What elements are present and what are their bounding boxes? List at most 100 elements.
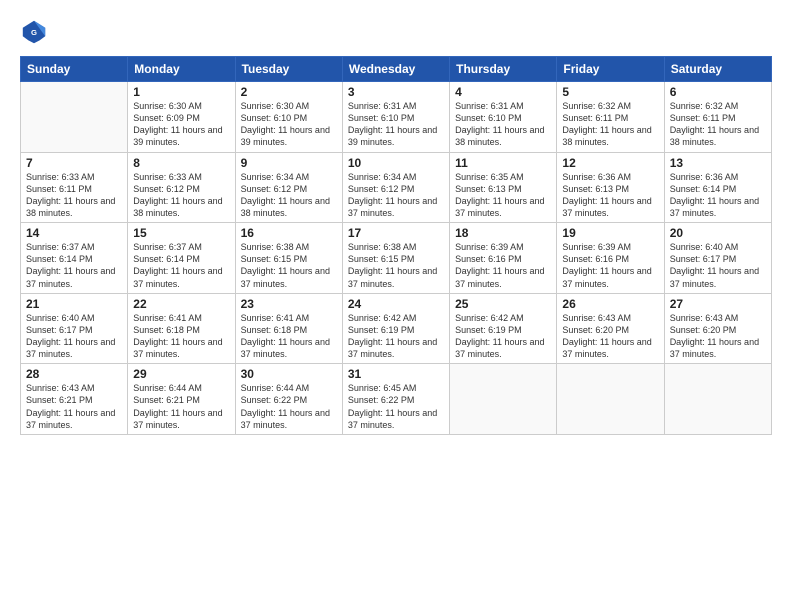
- calendar-day-cell: 31Sunrise: 6:45 AMSunset: 6:22 PMDayligh…: [342, 364, 449, 435]
- calendar-day-header: Monday: [128, 57, 235, 82]
- calendar-day-header: Wednesday: [342, 57, 449, 82]
- day-info: Sunrise: 6:38 AMSunset: 6:15 PMDaylight:…: [241, 241, 337, 290]
- calendar-day-cell: 19Sunrise: 6:39 AMSunset: 6:16 PMDayligh…: [557, 223, 664, 294]
- day-info: Sunrise: 6:42 AMSunset: 6:19 PMDaylight:…: [348, 312, 444, 361]
- calendar-day-cell: 7Sunrise: 6:33 AMSunset: 6:11 PMDaylight…: [21, 152, 128, 223]
- day-number: 11: [455, 156, 551, 170]
- day-number: 25: [455, 297, 551, 311]
- calendar-day-cell: 12Sunrise: 6:36 AMSunset: 6:13 PMDayligh…: [557, 152, 664, 223]
- day-info: Sunrise: 6:39 AMSunset: 6:16 PMDaylight:…: [562, 241, 658, 290]
- calendar-day-cell: 22Sunrise: 6:41 AMSunset: 6:18 PMDayligh…: [128, 293, 235, 364]
- day-number: 3: [348, 85, 444, 99]
- day-number: 9: [241, 156, 337, 170]
- day-info: Sunrise: 6:34 AMSunset: 6:12 PMDaylight:…: [348, 171, 444, 220]
- day-info: Sunrise: 6:42 AMSunset: 6:19 PMDaylight:…: [455, 312, 551, 361]
- calendar-day-cell: 1Sunrise: 6:30 AMSunset: 6:09 PMDaylight…: [128, 82, 235, 153]
- day-info: Sunrise: 6:32 AMSunset: 6:11 PMDaylight:…: [562, 100, 658, 149]
- day-number: 22: [133, 297, 229, 311]
- calendar-day-cell: 24Sunrise: 6:42 AMSunset: 6:19 PMDayligh…: [342, 293, 449, 364]
- day-info: Sunrise: 6:43 AMSunset: 6:20 PMDaylight:…: [670, 312, 766, 361]
- day-number: 4: [455, 85, 551, 99]
- calendar-day-cell: 6Sunrise: 6:32 AMSunset: 6:11 PMDaylight…: [664, 82, 771, 153]
- day-info: Sunrise: 6:40 AMSunset: 6:17 PMDaylight:…: [26, 312, 122, 361]
- day-number: 10: [348, 156, 444, 170]
- day-number: 7: [26, 156, 122, 170]
- day-info: Sunrise: 6:37 AMSunset: 6:14 PMDaylight:…: [133, 241, 229, 290]
- calendar-day-cell: 27Sunrise: 6:43 AMSunset: 6:20 PMDayligh…: [664, 293, 771, 364]
- day-info: Sunrise: 6:30 AMSunset: 6:10 PMDaylight:…: [241, 100, 337, 149]
- day-number: 12: [562, 156, 658, 170]
- calendar-day-header: Thursday: [450, 57, 557, 82]
- day-info: Sunrise: 6:45 AMSunset: 6:22 PMDaylight:…: [348, 382, 444, 431]
- calendar-day-cell: 13Sunrise: 6:36 AMSunset: 6:14 PMDayligh…: [664, 152, 771, 223]
- day-info: Sunrise: 6:37 AMSunset: 6:14 PMDaylight:…: [26, 241, 122, 290]
- day-number: 21: [26, 297, 122, 311]
- calendar-day-cell: 30Sunrise: 6:44 AMSunset: 6:22 PMDayligh…: [235, 364, 342, 435]
- day-info: Sunrise: 6:43 AMSunset: 6:21 PMDaylight:…: [26, 382, 122, 431]
- day-number: 20: [670, 226, 766, 240]
- header: G: [20, 18, 772, 46]
- day-info: Sunrise: 6:44 AMSunset: 6:21 PMDaylight:…: [133, 382, 229, 431]
- day-info: Sunrise: 6:35 AMSunset: 6:13 PMDaylight:…: [455, 171, 551, 220]
- day-info: Sunrise: 6:33 AMSunset: 6:11 PMDaylight:…: [26, 171, 122, 220]
- calendar-day-cell: 25Sunrise: 6:42 AMSunset: 6:19 PMDayligh…: [450, 293, 557, 364]
- day-info: Sunrise: 6:34 AMSunset: 6:12 PMDaylight:…: [241, 171, 337, 220]
- calendar-day-cell: 8Sunrise: 6:33 AMSunset: 6:12 PMDaylight…: [128, 152, 235, 223]
- day-number: 28: [26, 367, 122, 381]
- day-number: 29: [133, 367, 229, 381]
- day-info: Sunrise: 6:32 AMSunset: 6:11 PMDaylight:…: [670, 100, 766, 149]
- calendar-day-cell: 20Sunrise: 6:40 AMSunset: 6:17 PMDayligh…: [664, 223, 771, 294]
- day-number: 14: [26, 226, 122, 240]
- calendar-day-header: Friday: [557, 57, 664, 82]
- calendar-day-cell: [557, 364, 664, 435]
- calendar-day-cell: 29Sunrise: 6:44 AMSunset: 6:21 PMDayligh…: [128, 364, 235, 435]
- calendar-day-header: Tuesday: [235, 57, 342, 82]
- calendar-day-cell: 15Sunrise: 6:37 AMSunset: 6:14 PMDayligh…: [128, 223, 235, 294]
- day-number: 31: [348, 367, 444, 381]
- day-number: 30: [241, 367, 337, 381]
- day-number: 15: [133, 226, 229, 240]
- calendar-day-header: Saturday: [664, 57, 771, 82]
- calendar-table: SundayMondayTuesdayWednesdayThursdayFrid…: [20, 56, 772, 435]
- calendar-day-cell: 5Sunrise: 6:32 AMSunset: 6:11 PMDaylight…: [557, 82, 664, 153]
- calendar-day-cell: 26Sunrise: 6:43 AMSunset: 6:20 PMDayligh…: [557, 293, 664, 364]
- calendar-week-row: 1Sunrise: 6:30 AMSunset: 6:09 PMDaylight…: [21, 82, 772, 153]
- generalblue-icon: G: [20, 18, 48, 46]
- page: G SundayMondayTuesdayWednesdayThursdayFr…: [0, 0, 792, 612]
- day-info: Sunrise: 6:36 AMSunset: 6:14 PMDaylight:…: [670, 171, 766, 220]
- day-info: Sunrise: 6:39 AMSunset: 6:16 PMDaylight:…: [455, 241, 551, 290]
- day-number: 19: [562, 226, 658, 240]
- calendar-day-cell: 11Sunrise: 6:35 AMSunset: 6:13 PMDayligh…: [450, 152, 557, 223]
- calendar-day-cell: 4Sunrise: 6:31 AMSunset: 6:10 PMDaylight…: [450, 82, 557, 153]
- day-info: Sunrise: 6:40 AMSunset: 6:17 PMDaylight:…: [670, 241, 766, 290]
- day-info: Sunrise: 6:31 AMSunset: 6:10 PMDaylight:…: [348, 100, 444, 149]
- calendar-day-cell: 21Sunrise: 6:40 AMSunset: 6:17 PMDayligh…: [21, 293, 128, 364]
- calendar-day-cell: 14Sunrise: 6:37 AMSunset: 6:14 PMDayligh…: [21, 223, 128, 294]
- day-number: 16: [241, 226, 337, 240]
- calendar-day-header: Sunday: [21, 57, 128, 82]
- calendar-day-cell: 16Sunrise: 6:38 AMSunset: 6:15 PMDayligh…: [235, 223, 342, 294]
- day-number: 2: [241, 85, 337, 99]
- day-number: 18: [455, 226, 551, 240]
- day-number: 6: [670, 85, 766, 99]
- logo: G: [20, 18, 52, 46]
- day-info: Sunrise: 6:31 AMSunset: 6:10 PMDaylight:…: [455, 100, 551, 149]
- day-number: 23: [241, 297, 337, 311]
- day-info: Sunrise: 6:41 AMSunset: 6:18 PMDaylight:…: [241, 312, 337, 361]
- day-info: Sunrise: 6:36 AMSunset: 6:13 PMDaylight:…: [562, 171, 658, 220]
- day-number: 8: [133, 156, 229, 170]
- calendar-day-cell: 18Sunrise: 6:39 AMSunset: 6:16 PMDayligh…: [450, 223, 557, 294]
- calendar-day-cell: [450, 364, 557, 435]
- calendar-week-row: 28Sunrise: 6:43 AMSunset: 6:21 PMDayligh…: [21, 364, 772, 435]
- day-info: Sunrise: 6:41 AMSunset: 6:18 PMDaylight:…: [133, 312, 229, 361]
- day-number: 13: [670, 156, 766, 170]
- day-number: 24: [348, 297, 444, 311]
- calendar-week-row: 14Sunrise: 6:37 AMSunset: 6:14 PMDayligh…: [21, 223, 772, 294]
- calendar-day-cell: 17Sunrise: 6:38 AMSunset: 6:15 PMDayligh…: [342, 223, 449, 294]
- calendar-day-cell: 28Sunrise: 6:43 AMSunset: 6:21 PMDayligh…: [21, 364, 128, 435]
- calendar-week-row: 21Sunrise: 6:40 AMSunset: 6:17 PMDayligh…: [21, 293, 772, 364]
- calendar-day-cell: 23Sunrise: 6:41 AMSunset: 6:18 PMDayligh…: [235, 293, 342, 364]
- calendar-week-row: 7Sunrise: 6:33 AMSunset: 6:11 PMDaylight…: [21, 152, 772, 223]
- day-info: Sunrise: 6:43 AMSunset: 6:20 PMDaylight:…: [562, 312, 658, 361]
- day-info: Sunrise: 6:38 AMSunset: 6:15 PMDaylight:…: [348, 241, 444, 290]
